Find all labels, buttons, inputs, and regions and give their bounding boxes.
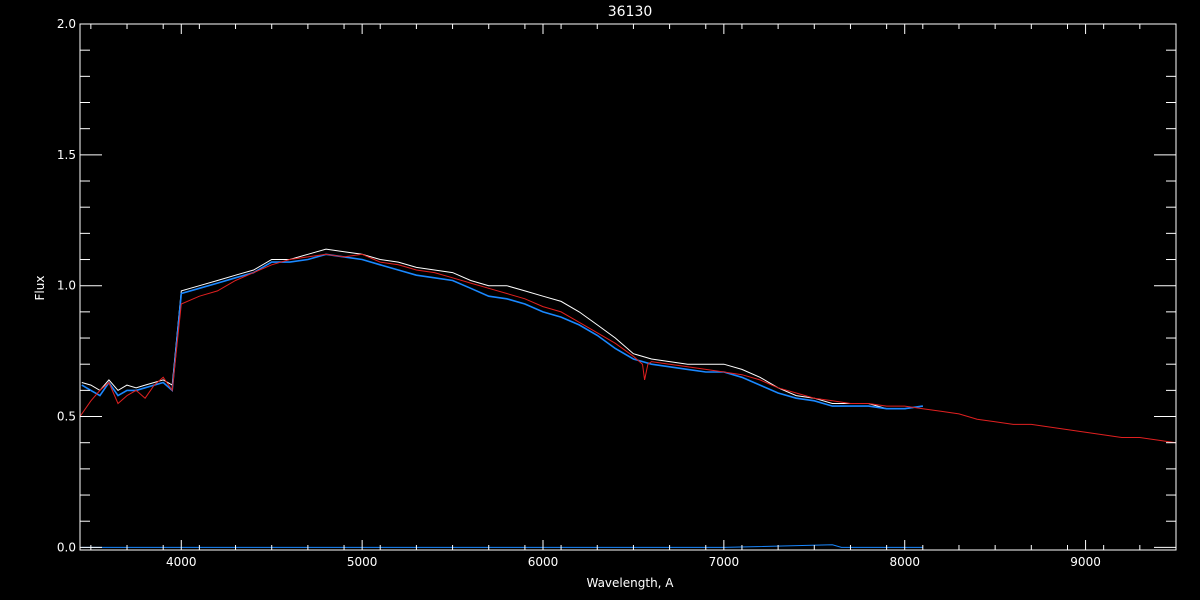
x-tick-label: 6000	[528, 555, 559, 569]
y-tick-label: 0.0	[57, 540, 76, 554]
x-tick-label: 4000	[166, 555, 197, 569]
y-tick-label: 2.0	[57, 17, 76, 31]
x-tick-label: 8000	[889, 555, 920, 569]
y-tick-label: 0.5	[57, 410, 76, 424]
x-tick-label: 9000	[1070, 555, 1101, 569]
y-tick-label: 1.5	[57, 148, 76, 162]
y-tick-label: 1.0	[57, 279, 76, 293]
chart-title: 36130	[608, 4, 653, 20]
x-axis-label: Wavelength, A	[586, 576, 674, 590]
x-tick-label: 7000	[709, 555, 740, 569]
x-tick-label: 5000	[347, 555, 378, 569]
spectrum-chart: 4000 5000 6000 7000 8000 90000.00.51.01.52.0 …	[0, 0, 1200, 600]
y-axis-label: Flux	[33, 276, 47, 301]
